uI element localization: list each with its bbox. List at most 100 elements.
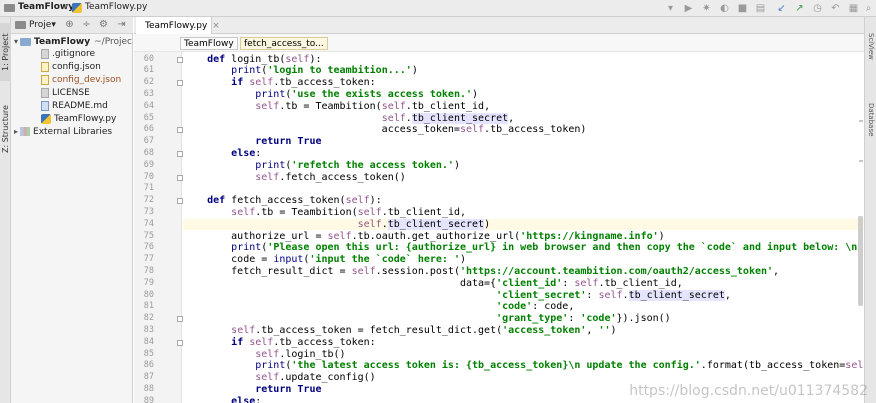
markdown-file-icon bbox=[41, 100, 49, 111]
coverage-icon[interactable]: ◐ bbox=[718, 2, 731, 15]
editor-scrollbar[interactable] bbox=[858, 216, 863, 306]
code-line[interactable]: def login_tb(self): bbox=[183, 54, 864, 66]
code-line[interactable]: self.tb = Teambition(self.tb_client_id, bbox=[183, 207, 864, 219]
build-icon[interactable]: ▤ bbox=[754, 2, 767, 15]
code-line[interactable]: if self.tb_access_token: bbox=[183, 337, 864, 349]
project-view-dropdown[interactable]: Proje▾ bbox=[29, 20, 56, 30]
list-item[interactable]: .gitignore bbox=[41, 47, 95, 60]
list-item[interactable]: LICENSE bbox=[41, 86, 90, 99]
vcs-update-icon[interactable]: ↙ bbox=[775, 2, 788, 15]
code-line[interactable]: return True bbox=[183, 136, 864, 148]
code-line[interactable]: data={'client_id': self.tb_client_id, bbox=[183, 278, 864, 290]
line-number: 79 bbox=[143, 277, 154, 288]
code-line[interactable]: self.login_tb() bbox=[183, 349, 864, 361]
file-name: config.json bbox=[52, 61, 101, 72]
code-line[interactable]: print('the latest access token is: {tb_a… bbox=[183, 360, 864, 372]
code-line[interactable]: print('login to teambition...') bbox=[183, 65, 864, 77]
hide-icon[interactable]: ⇥ bbox=[115, 18, 128, 31]
code-line[interactable]: self.tb = Teambition(self.tb_client_id, bbox=[183, 101, 864, 113]
code-line[interactable] bbox=[183, 183, 864, 195]
right-tool-strip: SciView Database bbox=[864, 17, 876, 403]
code-line[interactable]: self.tb_client_secret, bbox=[183, 112, 864, 125]
chevron-right-icon: › bbox=[64, 1, 68, 12]
line-number: 84 bbox=[143, 336, 154, 347]
tab-label: TeamFlowy.py bbox=[145, 20, 208, 31]
folder-icon bbox=[4, 4, 15, 12]
line-number: 89 bbox=[143, 395, 154, 403]
run-config-dropdown-icon[interactable]: ▾ bbox=[664, 2, 677, 15]
editor-tabs: TeamFlowy.py × bbox=[134, 17, 864, 34]
file-name: README.md bbox=[52, 100, 108, 111]
line-number: 62 bbox=[143, 77, 154, 88]
collapse-icon[interactable]: ÷ bbox=[80, 18, 93, 31]
code-line[interactable]: access_token=self.tb_access_token) bbox=[183, 124, 864, 136]
database-tool-tab[interactable]: Database bbox=[865, 92, 876, 147]
json-file-icon bbox=[41, 61, 49, 72]
project-view-icon bbox=[15, 21, 26, 29]
history-icon[interactable]: ◷ bbox=[811, 2, 824, 15]
search-icon[interactable]: ⌕ bbox=[862, 2, 875, 15]
line-number: 82 bbox=[143, 313, 154, 324]
sync-icon[interactable]: ⊕ bbox=[63, 18, 76, 31]
debug-icon[interactable]: ✷ bbox=[700, 2, 713, 15]
line-number: 70 bbox=[143, 171, 154, 182]
close-icon[interactable]: × bbox=[212, 21, 220, 31]
file-name: .gitignore bbox=[52, 48, 96, 59]
structure-tool-tab[interactable]: Z: Structure bbox=[0, 99, 11, 159]
code-line[interactable]: print('Please open this url: {authorize_… bbox=[183, 242, 864, 254]
line-number: 73 bbox=[143, 206, 154, 217]
external-libraries[interactable]: ▸ External Libraries bbox=[14, 125, 112, 138]
left-tool-strip: 1: Project Z: Structure bbox=[0, 17, 11, 403]
line-number: 88 bbox=[143, 383, 154, 394]
error-stripe-mark[interactable] bbox=[859, 120, 863, 122]
line-number: 85 bbox=[143, 348, 154, 359]
project-panel: Proje▾ ⊕ ÷ ⚙ ⇥ ▾ TeamFlowy ~/Projec .git… bbox=[11, 17, 133, 403]
line-number: 74 bbox=[143, 218, 154, 229]
code-line[interactable]: self.fetch_access_token() bbox=[183, 172, 864, 184]
project-panel-header: Proje▾ ⊕ ÷ ⚙ ⇥ bbox=[11, 17, 133, 34]
error-stripe-mark[interactable] bbox=[859, 160, 863, 162]
gear-icon[interactable]: ⚙ bbox=[97, 18, 110, 31]
file-icon bbox=[41, 48, 49, 59]
code-line[interactable]: if self.tb_access_token: bbox=[183, 77, 864, 89]
tab-teamflowy-py[interactable]: TeamFlowy.py × bbox=[136, 17, 220, 34]
line-number: 75 bbox=[143, 230, 154, 241]
library-icon bbox=[20, 127, 31, 136]
code-line[interactable]: def fetch_access_token(self): bbox=[183, 195, 864, 207]
stop-icon[interactable]: ■ bbox=[736, 2, 749, 15]
list-item[interactable]: config_dev.json bbox=[41, 73, 121, 86]
vcs-commit-icon[interactable]: ↗ bbox=[793, 2, 806, 15]
line-number: 67 bbox=[143, 136, 154, 147]
code-line[interactable]: code = input('input the `code` here: ') bbox=[183, 254, 864, 266]
breadcrumb-method[interactable]: fetch_access_to... bbox=[240, 37, 328, 50]
line-number: 80 bbox=[143, 289, 154, 300]
line-number: 72 bbox=[143, 195, 154, 206]
chevron-down-icon: ▾ bbox=[14, 37, 19, 46]
revert-icon[interactable]: ↶ bbox=[829, 2, 842, 15]
code-line[interactable]: 'client_secret': self.tb_client_secret, bbox=[183, 289, 864, 302]
code-editor[interactable]: def login_tb(self): print('login to team… bbox=[183, 52, 864, 403]
project-tool-tab[interactable]: 1: Project bbox=[0, 23, 11, 81]
sciview-tool-tab[interactable]: SciView bbox=[865, 19, 876, 74]
nav-file-crumb[interactable]: TeamFlowy.py bbox=[85, 2, 147, 12]
code-line[interactable]: authorize_url = self.tb.oauth.get_author… bbox=[183, 231, 864, 243]
structure-icon[interactable]: ▦ bbox=[847, 2, 860, 15]
code-line[interactable]: fetch_result_dict = self.session.post('h… bbox=[183, 266, 864, 278]
code-line[interactable]: print('use the exists access token.') bbox=[183, 89, 864, 101]
code-line[interactable]: 'code': code, bbox=[183, 301, 864, 313]
list-item[interactable]: config.json bbox=[41, 60, 101, 73]
line-number: 69 bbox=[143, 159, 154, 170]
breadcrumb-class[interactable]: TeamFlowy bbox=[180, 37, 238, 50]
list-item[interactable]: TeamFlowy.py bbox=[41, 112, 116, 125]
code-line[interactable]: print('refetch the access token.') bbox=[183, 160, 864, 172]
code-line[interactable]: self.tb_access_token = fetch_result_dict… bbox=[183, 325, 864, 337]
run-icon[interactable]: ▶ bbox=[682, 2, 695, 15]
line-number: 83 bbox=[143, 324, 154, 335]
code-line[interactable]: 'grant_type': 'code'}).json() bbox=[183, 313, 864, 325]
code-line[interactable]: else: bbox=[183, 148, 864, 160]
editor-gutter: 60 61 62 63 64 65 66 67 68 69 70 71 72 73 74 75 76 77 78 79… bbox=[134, 52, 196, 403]
chevron-right-icon: ▸ bbox=[14, 127, 19, 136]
code-line[interactable]: self.tb_client_secret) bbox=[183, 218, 864, 231]
line-number: 63 bbox=[143, 88, 154, 99]
list-item[interactable]: README.md bbox=[41, 99, 108, 112]
